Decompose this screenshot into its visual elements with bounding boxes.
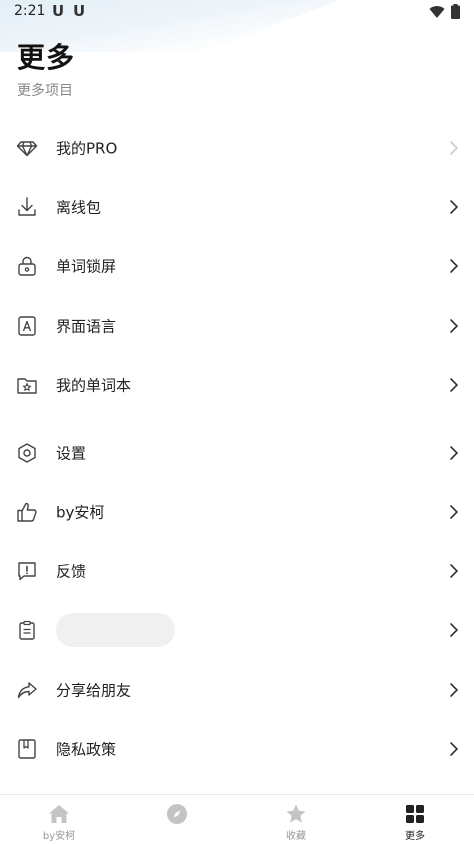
- bookmark-icon: [18, 739, 36, 759]
- menu-item-by-anke[interactable]: by安柯: [0, 483, 474, 541]
- grid-icon: [406, 805, 424, 823]
- status-indicators: [429, 4, 460, 19]
- more-screen: 2:21 U U 更多 更多项目 我的PRO 离线包 单词锁屏 界面语言 我的单…: [0, 0, 474, 844]
- menu-item-label: 离线包: [56, 198, 102, 217]
- menu-item-privacy-policy[interactable]: 隐私政策: [0, 720, 474, 778]
- tab-discover[interactable]: [118, 795, 236, 844]
- star-icon: [286, 804, 306, 823]
- download-icon: [18, 197, 36, 216]
- share-icon: [17, 682, 37, 699]
- menu-item-label: 我的PRO: [56, 139, 118, 158]
- diamond-icon: [16, 141, 38, 157]
- chevron-right-icon: [450, 564, 459, 578]
- home-icon: [49, 805, 69, 823]
- chevron-right-icon: [450, 683, 459, 697]
- bottom-nav: by安柯 收藏 更多: [0, 794, 474, 844]
- menu-item-share[interactable]: 分享给朋友: [0, 661, 474, 719]
- menu-item-pro[interactable]: 我的PRO: [0, 119, 474, 177]
- feedback-icon: [18, 562, 36, 581]
- notification-icon: U: [73, 2, 86, 20]
- notification-icon: U: [52, 2, 65, 20]
- tab-label: by安柯: [42, 831, 76, 842]
- status-time: 2:21: [14, 3, 46, 19]
- compass-icon: [167, 804, 187, 824]
- menu-item-label: 单词锁屏: [56, 257, 117, 276]
- menu-item-label: 反馈: [56, 562, 87, 581]
- clipboard-icon: [19, 620, 35, 640]
- menu-item-my-wordbook[interactable]: 我的单词本: [0, 356, 474, 414]
- page-subtitle: 更多项目: [17, 83, 73, 99]
- chevron-right-icon: [450, 623, 459, 637]
- status-bar: 2:21 U U: [0, 0, 474, 24]
- thumbs-up-icon: [17, 502, 37, 522]
- menu-item-word-lockscreen[interactable]: 单词锁屏: [0, 237, 474, 295]
- chevron-right-icon: [450, 505, 459, 519]
- page-title: 更多: [17, 41, 76, 74]
- tab-label: 收藏: [286, 831, 306, 842]
- chevron-right-icon: [450, 446, 459, 460]
- menu-item-label: 我的单词本: [56, 376, 132, 395]
- chevron-right-icon: [450, 319, 459, 333]
- menu-item-label: 隐私政策: [56, 740, 117, 759]
- chevron-right-icon: [450, 378, 459, 392]
- chevron-right-icon: [450, 259, 459, 273]
- wifi-icon: [429, 5, 445, 18]
- tab-favorites[interactable]: 收藏: [237, 795, 355, 844]
- menu-item-label: 界面语言: [56, 317, 117, 336]
- menu-item-label: by安柯: [56, 503, 105, 522]
- tab-label: 更多: [405, 831, 425, 842]
- menu-item-interface-language[interactable]: 界面语言: [0, 297, 474, 355]
- tab-home[interactable]: by安柯: [0, 795, 118, 844]
- menu-item-loading[interactable]: [0, 601, 474, 659]
- tab-more[interactable]: 更多: [356, 795, 474, 844]
- chevron-right-icon: [450, 200, 459, 214]
- chevron-right-icon: [450, 141, 459, 155]
- language-icon: [18, 316, 36, 336]
- menu-item-label: 分享给朋友: [56, 681, 132, 700]
- chevron-right-icon: [450, 742, 459, 756]
- settings-icon: [18, 443, 36, 463]
- loading-placeholder: [56, 613, 175, 647]
- menu-item-offline-pack[interactable]: 离线包: [0, 178, 474, 236]
- menu-item-settings[interactable]: 设置: [0, 424, 474, 482]
- battery-icon: [451, 4, 460, 19]
- folder-star-icon: [17, 378, 37, 394]
- menu-item-label: 设置: [56, 444, 87, 463]
- menu-item-feedback[interactable]: 反馈: [0, 542, 474, 600]
- lock-icon: [18, 256, 36, 276]
